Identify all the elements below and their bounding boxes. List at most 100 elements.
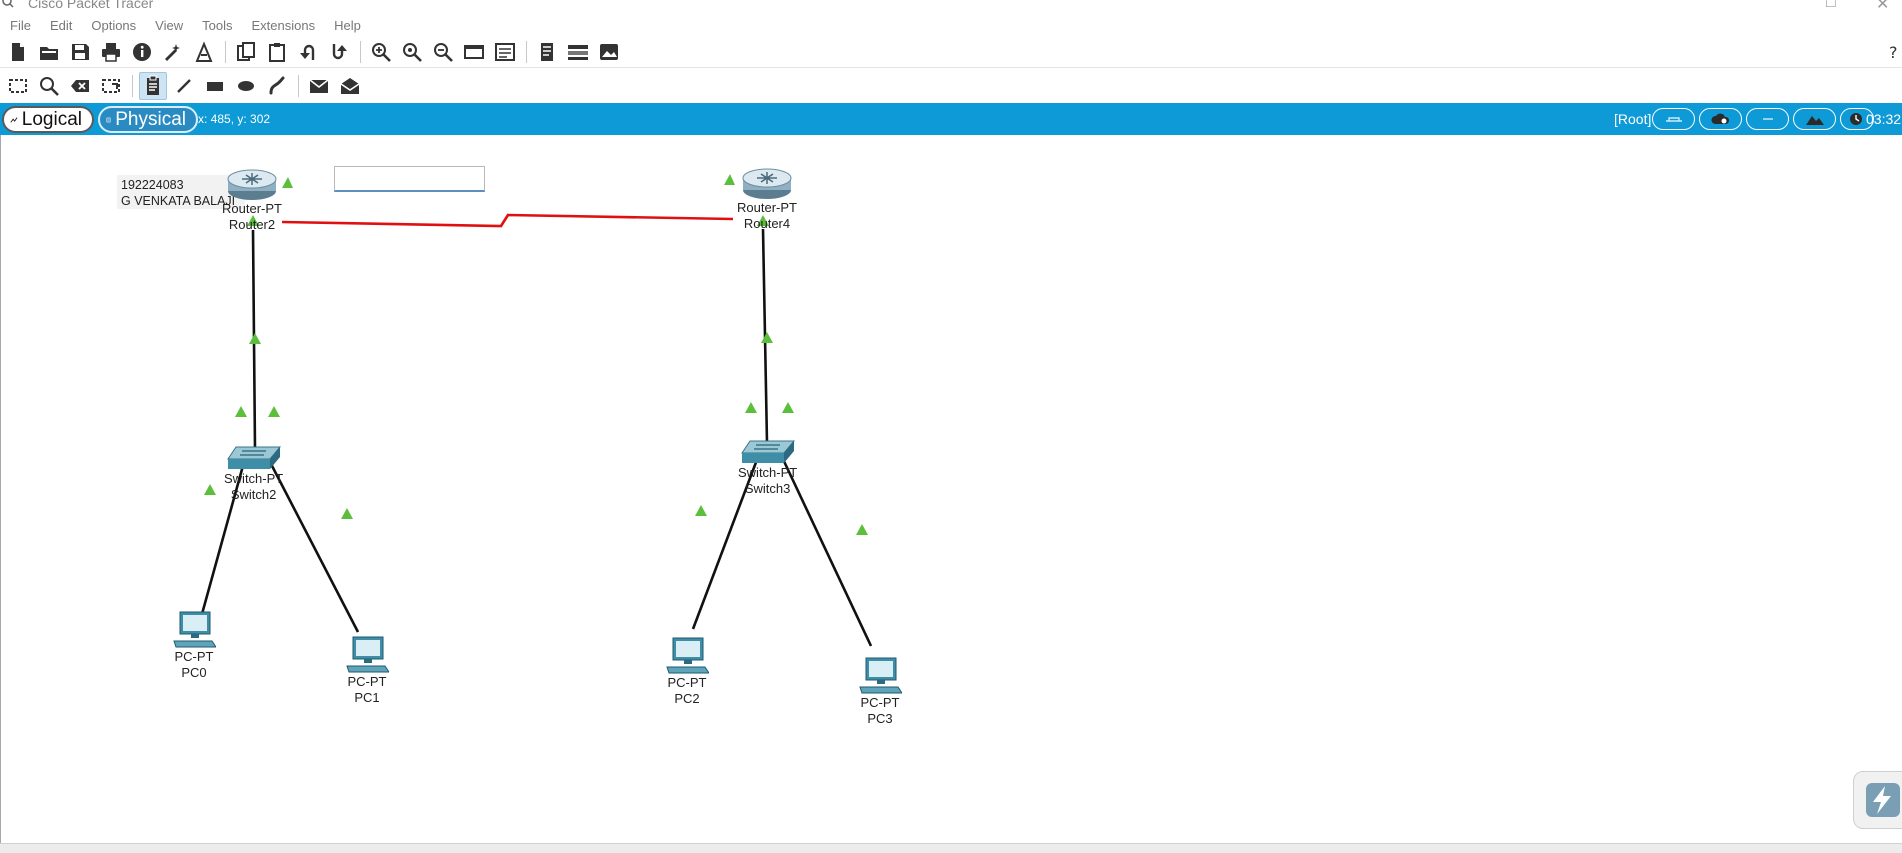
viewport-toggle-icon [1665, 117, 1682, 122]
device-pc0[interactable]: PC-PT PC0 [172, 611, 216, 681]
resize-shape-icon[interactable] [97, 72, 125, 100]
device-model: PC-PT [174, 649, 214, 664]
complex-pdu-icon[interactable] [336, 72, 364, 100]
toolbar-separator [132, 75, 133, 97]
title-bar: Cisco Packet Tracer □ ✕ [0, 0, 1902, 14]
clock-time: 03:32: [1866, 111, 1902, 127]
toolbar-separator [225, 40, 226, 63]
inspect-icon[interactable] [35, 72, 63, 100]
switch-icon [740, 440, 795, 463]
freeform-icon[interactable] [263, 72, 291, 100]
device-name: PC2 [674, 691, 700, 706]
image-icon[interactable] [595, 38, 623, 66]
print-icon[interactable] [97, 38, 125, 66]
device-name: PC0 [181, 665, 207, 680]
port-up-icon [204, 484, 216, 495]
close-icon[interactable]: ✕ [1876, 0, 1889, 14]
open-folder-icon[interactable] [35, 38, 63, 66]
lightning-icon [1866, 783, 1900, 817]
zoom-reset-icon[interactable] [398, 38, 426, 66]
toolbar-separator [360, 40, 361, 63]
pc-icon [666, 637, 709, 674]
menu-edit[interactable]: Edit [48, 16, 74, 35]
device-pc1[interactable]: PC-PT PC1 [345, 636, 389, 706]
tab-logical[interactable]: Logical [2, 106, 94, 133]
draw-ellipse-icon[interactable] [232, 72, 260, 100]
cloud-toggle[interactable] [1699, 108, 1742, 130]
port-up-icon [695, 505, 707, 516]
port-up-icon [761, 332, 773, 343]
switch-icon [226, 446, 281, 469]
menu-file[interactable]: File [8, 16, 33, 35]
new-file-icon[interactable] [4, 38, 32, 66]
menu-help[interactable]: Help [332, 16, 363, 35]
device-pc2[interactable]: PC-PT PC2 [665, 637, 709, 707]
draw-rectangle-icon[interactable] [201, 72, 229, 100]
port-up-icon [282, 177, 293, 188]
tab-logical-label: Logical [21, 108, 82, 130]
background-image-toggle[interactable] [1793, 108, 1836, 130]
mountain-icon [1805, 116, 1824, 125]
zoom-in-icon[interactable] [367, 38, 395, 66]
svg-text:?: ? [1889, 43, 1898, 62]
paste-icon[interactable] [263, 38, 291, 66]
device-router4[interactable]: Router-PT Router4 [737, 166, 797, 232]
workspace-mode-bar: Logical Physical x: 485, y: 302 [Root] 0… [0, 103, 1902, 135]
port-up-icon [856, 524, 868, 535]
toolbar-separator [526, 40, 527, 63]
drawing-palette-icon[interactable] [460, 38, 488, 66]
note-text-input[interactable] [334, 166, 485, 192]
zoom-out-icon[interactable] [429, 38, 457, 66]
device-name: Router4 [743, 216, 791, 231]
delete-icon[interactable] [66, 72, 94, 100]
device-switch3[interactable]: Switch-PT Switch3 [738, 439, 797, 497]
bottom-panel-edge [0, 843, 1902, 853]
network-info-icon[interactable] [564, 38, 592, 66]
viewport-toggle[interactable] [1652, 108, 1695, 130]
custom-device-dialog-icon[interactable] [491, 38, 519, 66]
activity-wizard-icon[interactable] [159, 38, 187, 66]
device-model: PC-PT [667, 675, 707, 690]
menu-options[interactable]: Options [89, 16, 138, 35]
wireless-toggle[interactable] [1746, 108, 1789, 130]
device-name: Switch3 [744, 481, 791, 496]
undo-icon[interactable] [294, 38, 322, 66]
redo-icon[interactable] [325, 38, 353, 66]
pc-icon [859, 657, 902, 694]
port-up-icon [341, 508, 353, 519]
root-breadcrumb[interactable]: [Root] [1614, 111, 1651, 127]
device-model: Switch-PT [224, 471, 284, 486]
app-logo-icon [2, 0, 14, 8]
packet-tracer-window: Cisco Packet Tracer □ ✕ File Edit Option… [0, 0, 1902, 853]
copy-icon[interactable] [232, 38, 260, 66]
logical-view-icon [10, 116, 18, 123]
tab-physical[interactable]: Physical [98, 106, 198, 133]
menu-extensions[interactable]: Extensions [249, 16, 317, 35]
help-question-icon[interactable]: ? [1882, 38, 1902, 66]
select-icon[interactable] [4, 72, 32, 100]
realtime-simulation-toggle[interactable] [1853, 771, 1902, 829]
viewport-icon[interactable] [533, 38, 561, 66]
device-name: Switch2 [230, 487, 277, 502]
clock-icon [1850, 113, 1862, 125]
pc-icon [346, 636, 389, 673]
cursor-coordinates: x: 485, y: 302 [198, 112, 271, 126]
device-pc3[interactable]: PC-PT PC3 [858, 657, 902, 727]
link-router2-router4[interactable] [281, 213, 734, 228]
menu-bar: File Edit Options View Tools Extensions … [0, 14, 1902, 36]
place-note-icon[interactable] [139, 72, 167, 100]
draw-line-icon[interactable] [170, 72, 198, 100]
maximize-icon[interactable]: □ [1826, 0, 1836, 12]
info-icon[interactable] [128, 38, 156, 66]
menu-view[interactable]: View [153, 16, 185, 35]
custom-devices-icon[interactable] [190, 38, 218, 66]
device-switch2[interactable]: Switch-PT Switch2 [224, 445, 283, 503]
wireless-icon [1762, 118, 1773, 120]
topology-canvas [200, 174, 873, 647]
simple-pdu-icon[interactable] [305, 72, 333, 100]
logical-workspace[interactable]: 192224083 G VENKATA BALAJI Router-PT Rou… [0, 135, 1902, 843]
save-icon[interactable] [66, 38, 94, 66]
device-router2[interactable]: Router-PT Router2 [222, 167, 282, 233]
device-name: PC1 [354, 690, 380, 705]
menu-tools[interactable]: Tools [200, 16, 234, 35]
